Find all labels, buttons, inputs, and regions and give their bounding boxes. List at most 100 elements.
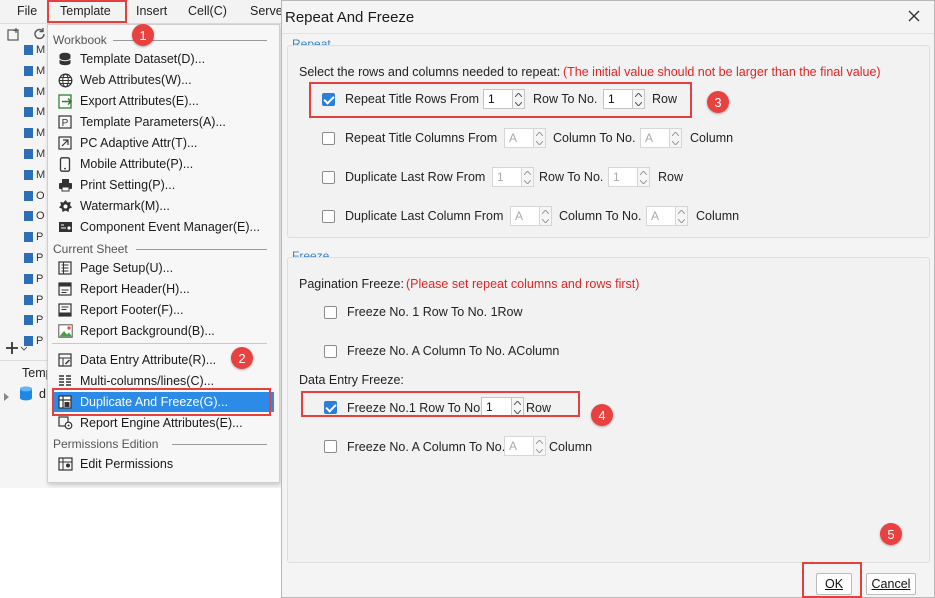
highlight-duplicate-freeze: [52, 388, 271, 416]
parameter-icon: P: [57, 114, 73, 130]
menu-insert[interactable]: Insert: [136, 4, 167, 18]
spin-down-icon[interactable]: [540, 216, 551, 225]
spin-down-icon[interactable]: [670, 138, 681, 147]
tree-item[interactable]: M: [24, 86, 48, 104]
spinner-value[interactable]: A: [640, 128, 669, 148]
menu-item-label: Mobile Attribute(P)...: [80, 157, 194, 171]
tree-item-label: O: [36, 189, 45, 202]
spinner-value[interactable]: 1: [608, 167, 637, 187]
title-divider: [282, 33, 934, 34]
menu-item[interactable]: Component Event Manager(E)...: [52, 217, 274, 237]
spinner-value[interactable]: A: [646, 206, 675, 226]
repeat-row-checkbox[interactable]: [322, 210, 335, 223]
spinner-arrows[interactable]: [539, 206, 552, 226]
number-spinner[interactable]: A: [510, 206, 552, 226]
template-file-icon: [24, 232, 33, 243]
spinner-arrows[interactable]: [521, 167, 534, 187]
tree-item[interactable]: P: [24, 335, 48, 353]
datasource-item[interactable]: d: [39, 387, 46, 401]
tree-item[interactable]: M: [24, 106, 48, 124]
tree-item[interactable]: M: [24, 169, 48, 187]
tree-item[interactable]: O: [24, 210, 48, 228]
engine-icon: [57, 415, 73, 431]
spin-up-icon[interactable]: [670, 129, 681, 138]
spin-down-icon[interactable]: [638, 177, 649, 186]
menu-item[interactable]: Web Attributes(W)...: [52, 70, 274, 90]
menu-item[interactable]: Mobile Attribute(P)...: [52, 154, 274, 174]
number-spinner[interactable]: A: [640, 128, 682, 148]
spinner-arrows[interactable]: [637, 167, 650, 187]
spinner-arrows[interactable]: [675, 206, 688, 226]
spinner-value[interactable]: A: [504, 436, 533, 456]
spinner-value[interactable]: 1: [492, 167, 521, 187]
menu-item[interactable]: Report Header(H)...: [52, 279, 274, 299]
tree-item-label: O: [36, 210, 45, 223]
tree-item[interactable]: P: [24, 231, 48, 249]
spinner-value[interactable]: A: [504, 128, 533, 148]
spin-up-icon[interactable]: [534, 437, 545, 446]
spin-down-icon[interactable]: [534, 138, 545, 147]
number-spinner[interactable]: 1: [608, 167, 650, 187]
step-badge-4: 4: [591, 404, 613, 426]
tree-item[interactable]: P: [24, 294, 48, 312]
menu-item[interactable]: Watermark(M)...: [52, 196, 274, 216]
menu-item[interactable]: Edit Permissions: [52, 454, 274, 474]
menu-item[interactable]: Export Attributes(E)...: [52, 91, 274, 111]
tree-item[interactable]: M: [24, 127, 48, 145]
menu-item[interactable]: Print Setting(P)...: [52, 175, 274, 195]
spinner-arrows[interactable]: [669, 128, 682, 148]
menu-cell[interactable]: Cell(C): [188, 4, 227, 18]
tree-item[interactable]: P: [24, 252, 48, 270]
menu-item[interactable]: Page Setup(U)...: [52, 258, 274, 278]
menu-server[interactable]: Serve: [250, 4, 283, 18]
spin-down-icon[interactable]: [522, 177, 533, 186]
number-spinner[interactable]: A: [646, 206, 688, 226]
section-divider: [172, 444, 267, 445]
number-spinner[interactable]: 1: [492, 167, 534, 187]
tree-item[interactable]: M: [24, 65, 48, 83]
repeat-row-checkbox[interactable]: [322, 132, 335, 145]
pagination-freeze-row-checkbox[interactable]: [324, 306, 337, 319]
menu-item[interactable]: Report Background(B)...: [52, 321, 274, 341]
highlight-ok-button: [802, 562, 862, 598]
repeat-row-mid-label: Column To No.: [553, 131, 636, 145]
tree-item-label: P: [36, 335, 44, 348]
spin-down-icon[interactable]: [676, 216, 687, 225]
spin-down-icon[interactable]: [534, 446, 545, 455]
spinner-arrows[interactable]: [533, 436, 546, 456]
cancel-button[interactable]: Cancel: [866, 573, 916, 595]
menu-item[interactable]: Template Dataset(D)...: [52, 49, 274, 69]
menu-item[interactable]: PC Adaptive Attr(T)...: [52, 133, 274, 153]
repeat-row-label: Duplicate Last Column From: [345, 209, 504, 223]
expand-arrow-icon[interactable]: [4, 390, 10, 404]
spin-up-icon[interactable]: [540, 207, 551, 216]
spinner-value[interactable]: A: [510, 206, 539, 226]
spin-up-icon[interactable]: [638, 168, 649, 177]
number-spinner[interactable]: A: [504, 128, 546, 148]
tree-item[interactable]: P: [24, 273, 48, 291]
pagination-freeze-column-checkbox[interactable]: [324, 345, 337, 358]
repeat-row-checkbox[interactable]: [322, 171, 335, 184]
tree-item[interactable]: O: [24, 190, 48, 208]
tree-item[interactable]: M: [24, 44, 48, 62]
add-icon[interactable]: [5, 341, 28, 358]
close-icon[interactable]: [903, 5, 925, 27]
menu-bar: File Template Insert Cell(C) Serve: [0, 0, 283, 24]
menu-item[interactable]: Report Engine Attributes(E)...: [52, 413, 274, 433]
template-file-icon: [24, 315, 33, 326]
tree-item[interactable]: M: [24, 148, 48, 166]
entry-freeze-column-spinner[interactable]: A: [504, 436, 546, 456]
spin-up-icon[interactable]: [534, 129, 545, 138]
tree-item[interactable]: P: [24, 314, 48, 332]
entry-freeze-column-checkbox[interactable]: [324, 440, 337, 453]
spin-up-icon[interactable]: [676, 207, 687, 216]
section-current-sheet: Current Sheet: [53, 242, 128, 256]
menu-item[interactable]: P Template Parameters(A)...: [52, 112, 274, 132]
tree-item-label: M: [36, 148, 46, 160]
menu-file[interactable]: File: [17, 4, 37, 18]
spinner-arrows[interactable]: [533, 128, 546, 148]
spin-up-icon[interactable]: [522, 168, 533, 177]
step-badge-2: 2: [231, 347, 253, 369]
repeat-row-label: Duplicate Last Row From: [345, 170, 486, 184]
menu-item[interactable]: Report Footer(F)...: [52, 300, 274, 320]
